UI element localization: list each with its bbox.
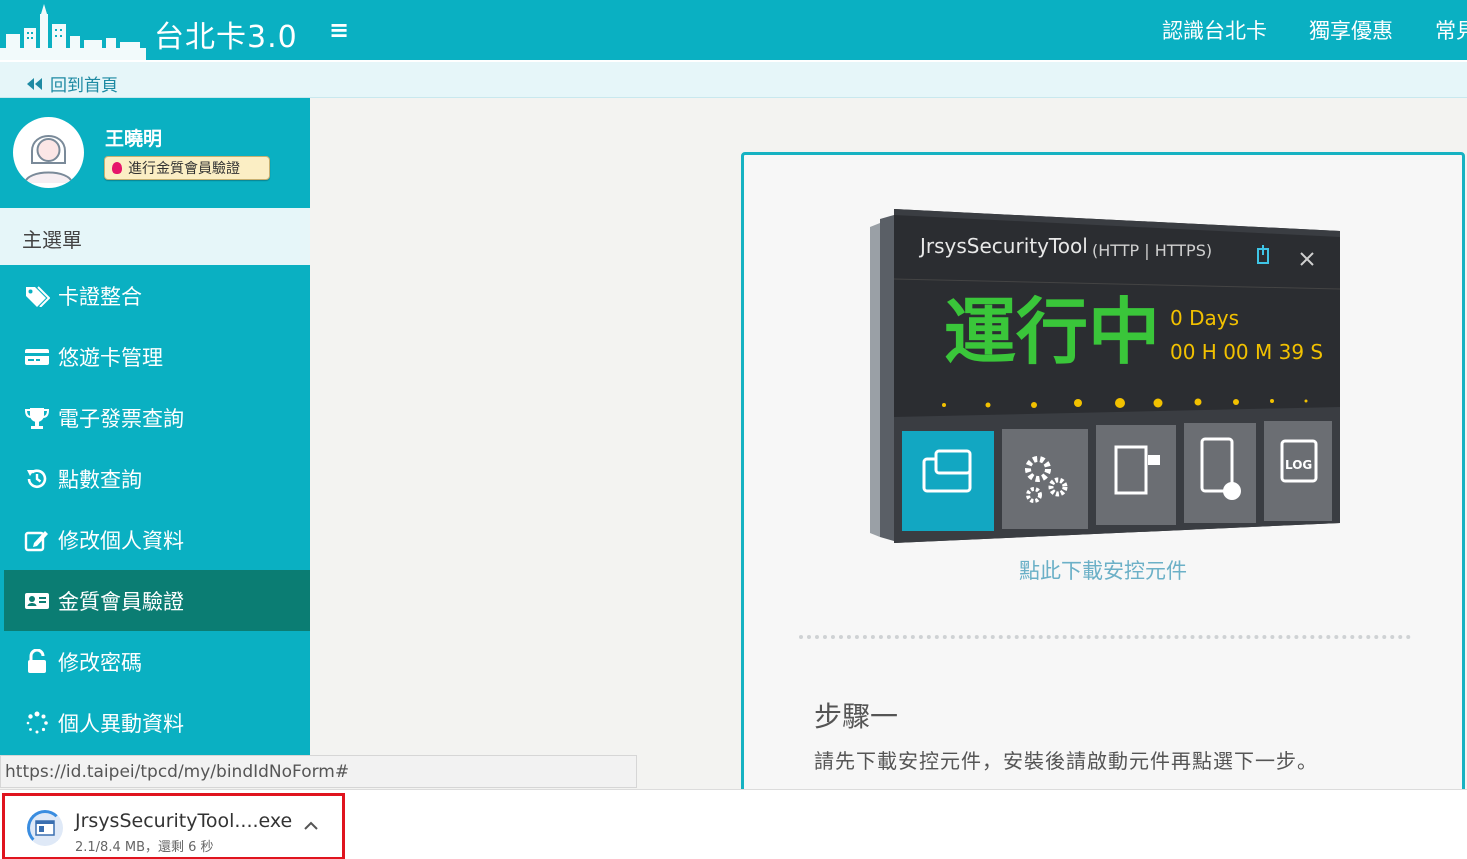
sidebar-item-label: 金質會員驗證 bbox=[58, 589, 184, 614]
double-chevron-left-icon bbox=[27, 77, 42, 90]
chevron-up-icon[interactable] bbox=[301, 816, 321, 836]
sidebar: 王曉明 進行金質會員驗證 主選單 卡證整合 悠遊卡管理 電子發票查詢 點數查詢 … bbox=[0, 98, 310, 758]
hamburger-menu-icon[interactable]: ≡ bbox=[329, 16, 349, 44]
step-description: 請先下載安控元件，安裝後請啟動元件再點選下一步。 bbox=[814, 749, 1318, 773]
sidebar-item-label: 修改個人資料 bbox=[58, 528, 184, 553]
user-profile: 王曉明 進行金質會員驗證 bbox=[0, 98, 310, 208]
tool-status: 運行中 bbox=[944, 290, 1160, 374]
back-to-home-link[interactable]: 回到首頁 bbox=[26, 71, 118, 96]
tags-icon bbox=[24, 283, 50, 309]
trophy-icon bbox=[24, 405, 50, 431]
dotted-divider bbox=[799, 635, 1411, 639]
tool-days: 0 Days bbox=[1170, 306, 1239, 330]
unlock-icon bbox=[24, 648, 50, 675]
back-to-home-label: 回到首頁 bbox=[50, 76, 118, 96]
chat-tile-icon bbox=[902, 431, 994, 531]
tool-title: JrsysSecurityTool bbox=[918, 234, 1088, 258]
gold-member-verify-button[interactable]: 進行金質會員驗證 bbox=[104, 156, 270, 180]
sidebar-item-einvoice[interactable]: 電子發票查詢 bbox=[0, 387, 310, 448]
history-icon bbox=[24, 466, 50, 492]
taipei-skyline-logo[interactable] bbox=[0, 4, 146, 60]
svg-text:LOG: LOG bbox=[1285, 458, 1312, 472]
user-name: 王曉明 bbox=[105, 128, 163, 150]
tool-protocols: (HTTP | HTTPS) bbox=[1092, 241, 1212, 260]
id-card-icon bbox=[24, 588, 50, 614]
credit-card-icon bbox=[24, 344, 50, 370]
download-item[interactable]: JrsysSecurityTool....exe 2.1/8.4 MB，還剩 6… bbox=[2, 793, 345, 859]
sidebar-menu: 卡證整合 悠遊卡管理 電子發票查詢 點數查詢 修改個人資料 金質會員驗證 修改密… bbox=[0, 265, 310, 753]
download-filename: JrsysSecurityTool....exe bbox=[75, 810, 293, 832]
verification-card: JrsysSecurityTool (HTTP | HTTPS) 運行中 0 D… bbox=[741, 152, 1465, 812]
sidebar-item-card-integration[interactable]: 卡證整合 bbox=[0, 265, 310, 326]
brand-title[interactable]: 台北卡3.0 bbox=[154, 12, 298, 56]
sidebar-item-easycard[interactable]: 悠遊卡管理 bbox=[0, 326, 310, 387]
top-navigation: 認識台北卡 獨享優惠 常見 bbox=[1162, 15, 1467, 45]
main-menu-header: 主選單 bbox=[0, 208, 310, 265]
sidebar-item-label: 點數查詢 bbox=[58, 467, 142, 492]
avatar bbox=[13, 117, 84, 188]
sidebar-item-gold-verify[interactable]: 金質會員驗證 bbox=[0, 570, 310, 631]
spinner-icon bbox=[24, 710, 50, 736]
tool-uptime: 00 H 00 M 39 S bbox=[1170, 340, 1323, 364]
download-shelf: JrsysSecurityTool....exe 2.1/8.4 MB，還剩 6… bbox=[0, 789, 1467, 859]
step-title: 步驟一 bbox=[814, 700, 899, 733]
sidebar-item-points[interactable]: 點數查詢 bbox=[0, 448, 310, 509]
sidebar-item-change-password[interactable]: 修改密碼 bbox=[0, 631, 310, 692]
sidebar-item-edit-profile[interactable]: 修改個人資料 bbox=[0, 509, 310, 570]
calculator-tile-icon bbox=[1096, 425, 1176, 525]
sidebar-item-label: 卡證整合 bbox=[58, 284, 142, 309]
back-bar: 回到首頁 bbox=[0, 60, 1467, 98]
nav-faq[interactable]: 常見 bbox=[1435, 15, 1467, 45]
nav-exclusive-offers[interactable]: 獨享優惠 bbox=[1309, 15, 1393, 45]
lightbulb-icon bbox=[112, 162, 122, 174]
status-bar-url: https://id.taipei/tpcd/my/bindIdNoForm# bbox=[0, 755, 637, 788]
sidebar-item-label: 修改密碼 bbox=[58, 650, 142, 675]
download-component-link[interactable]: 點此下載安控元件 bbox=[744, 555, 1462, 585]
exe-file-icon bbox=[35, 820, 55, 836]
verify-label: 進行金質會員驗證 bbox=[128, 161, 240, 177]
nav-about-card[interactable]: 認識台北卡 bbox=[1162, 15, 1267, 45]
sidebar-item-label: 電子發票查詢 bbox=[58, 406, 184, 431]
sidebar-item-change-log[interactable]: 個人異動資料 bbox=[0, 692, 310, 753]
download-progress-ring bbox=[27, 810, 63, 846]
top-header: 台北卡3.0 ≡ 認識台北卡 獨享優惠 常見 bbox=[0, 0, 1467, 60]
security-tool-preview-image[interactable]: JrsysSecurityTool (HTTP | HTTPS) 運行中 0 D… bbox=[866, 207, 1346, 547]
download-progress-text: 2.1/8.4 MB，還剩 6 秒 bbox=[75, 840, 214, 855]
sidebar-item-label: 個人異動資料 bbox=[58, 711, 184, 736]
user-avatar-icon bbox=[13, 117, 84, 188]
edit-icon bbox=[24, 527, 50, 553]
sidebar-item-label: 悠遊卡管理 bbox=[58, 345, 163, 370]
